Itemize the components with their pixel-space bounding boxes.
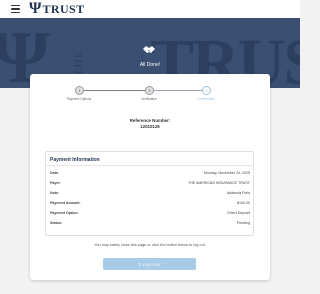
- progress-stepper: 1 Payment Options 2 Verification 3 Confi…: [30, 86, 270, 106]
- row-value: Monday, November 24, 2025: [203, 171, 250, 175]
- step-1-indicator: 1: [75, 86, 84, 95]
- payment-row-status: Status: Pending: [50, 221, 250, 227]
- logo-psi-mark: Ψ: [29, 0, 42, 17]
- logout-button[interactable]: ⎋ LOG OUT: [103, 258, 196, 270]
- stepper-line-2: [152, 90, 206, 91]
- hamburger-menu-icon[interactable]: [11, 5, 20, 13]
- row-value: THE AMERICAN INSURANCE TRUST: [187, 181, 250, 185]
- row-value: Addenda Field: [226, 191, 250, 195]
- app-logo[interactable]: Ψ TRUST: [29, 0, 85, 17]
- payment-information-title: Payment Information: [50, 157, 100, 163]
- payment-row-option: Payment Option: Direct Deposit: [50, 211, 250, 217]
- logout-instruction-text: You may safely close this page or click …: [94, 243, 206, 247]
- divider: [46, 165, 253, 166]
- row-key: Payment Option:: [50, 211, 79, 215]
- payment-information-panel: Payment Information Date: Monday, Novemb…: [45, 151, 254, 236]
- logout-button-label: LOG OUT: [143, 261, 162, 267]
- row-key: Note:: [50, 191, 60, 195]
- handshake-icon: [143, 46, 155, 53]
- confirmation-card: 1 Payment Options 2 Verification 3 Confi…: [30, 74, 270, 280]
- stepper-line-1: [79, 90, 147, 91]
- payment-row-note: Note: Addenda Field: [50, 191, 250, 197]
- row-key: Payment Amount:: [50, 201, 81, 205]
- payment-row-amount: Payment Amount: $100.00: [50, 201, 250, 207]
- row-value: Pending: [236, 221, 250, 225]
- top-bar: Ψ TRUST: [0, 0, 300, 18]
- step-2-indicator: 2: [145, 86, 154, 95]
- logout-icon: ⎋: [137, 261, 142, 267]
- hero-status-text: All Done!: [139, 62, 161, 68]
- row-key: Date:: [50, 171, 59, 175]
- reference-number-block: Reference Number: 12010126: [30, 118, 270, 130]
- step-3-label: Confirmation: [196, 97, 216, 101]
- payment-row-payer: Payer: THE AMERICAN INSURANCE TRUST: [50, 181, 250, 187]
- row-key: Payer:: [50, 181, 61, 185]
- step-3-indicator: 3: [202, 86, 211, 95]
- row-value: Direct Deposit: [227, 211, 250, 215]
- step-1-label: Payment Options: [66, 97, 92, 101]
- step-2-label: Verification: [141, 97, 157, 101]
- row-key: Status:: [50, 221, 63, 225]
- payment-row-date: Date: Monday, November 24, 2025: [50, 171, 250, 177]
- logo-text: TRUST: [42, 1, 85, 16]
- reference-number-value: 12010126: [140, 124, 160, 129]
- row-value: $100.00: [237, 201, 250, 205]
